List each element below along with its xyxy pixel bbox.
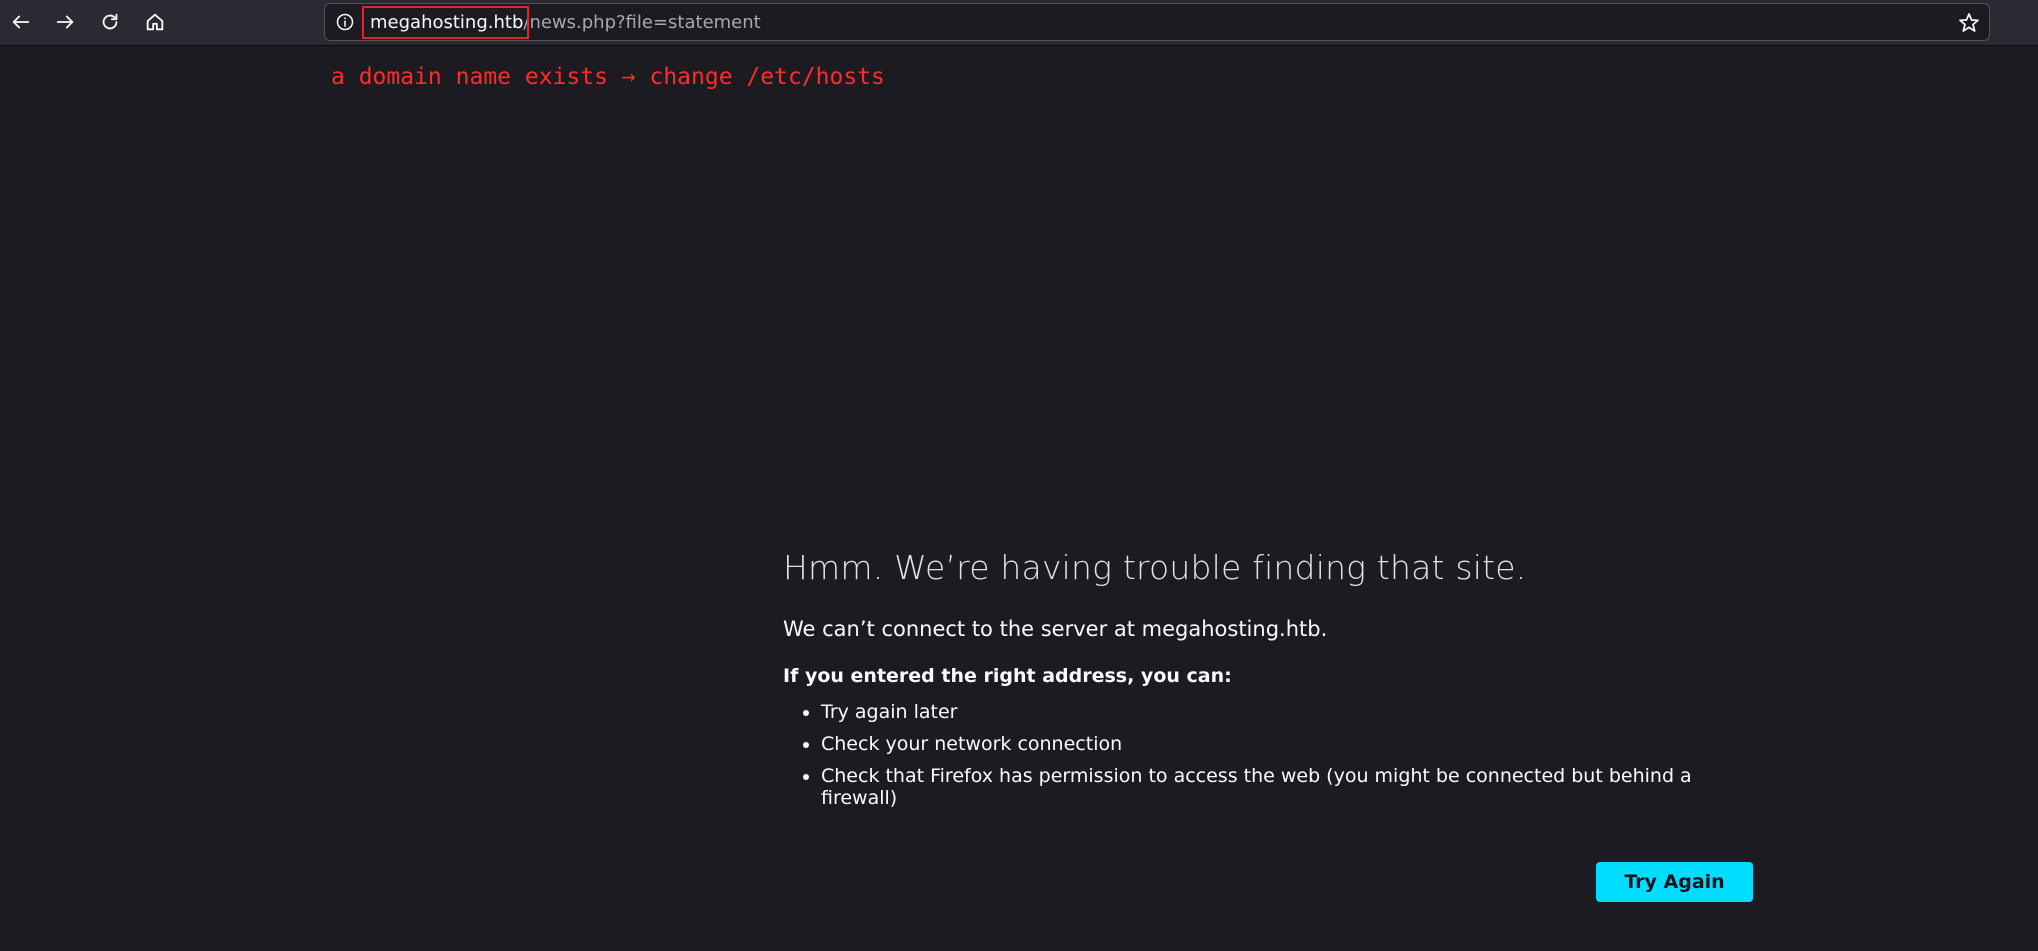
- reload-icon: [102, 13, 118, 30]
- info-icon[interactable]: [335, 12, 355, 32]
- url-bar[interactable]: megahosting.htb/news.php?file=statement: [324, 3, 1990, 41]
- suggestion-list: Try again later Check your network conne…: [783, 701, 1753, 809]
- error-title: Hmm. We’re having trouble finding that s…: [783, 548, 1527, 587]
- error-page: Hmm. We’re having trouble finding that s…: [783, 545, 1753, 819]
- error-subheading: If you entered the right address, you ca…: [783, 665, 1232, 687]
- url-domain: megahosting.htb: [361, 6, 530, 39]
- home-button[interactable]: [139, 6, 171, 38]
- annotation-note: a domain name exists → change /etc/hosts: [331, 64, 885, 90]
- back-arrow-icon: [12, 15, 30, 29]
- url-path: /news.php?file=statement: [523, 12, 761, 33]
- error-description: We can’t connect to the server at megaho…: [783, 617, 1328, 641]
- forward-button[interactable]: [49, 6, 81, 38]
- suggestion-item: Check your network connection: [821, 733, 1753, 755]
- star-icon[interactable]: [1957, 11, 1981, 35]
- suggestion-item: Check that Firefox has permission to acc…: [821, 765, 1753, 809]
- suggestion-item: Try again later: [821, 701, 1753, 723]
- browser-toolbar: megahosting.htb/news.php?file=statement: [0, 0, 2038, 46]
- url-text[interactable]: megahosting.htb/news.php?file=statement: [361, 6, 761, 39]
- back-button[interactable]: [5, 6, 37, 38]
- try-again-button[interactable]: Try Again: [1596, 862, 1753, 902]
- reload-button[interactable]: [94, 6, 126, 38]
- forward-arrow-icon: [56, 15, 74, 29]
- home-icon: [146, 13, 164, 31]
